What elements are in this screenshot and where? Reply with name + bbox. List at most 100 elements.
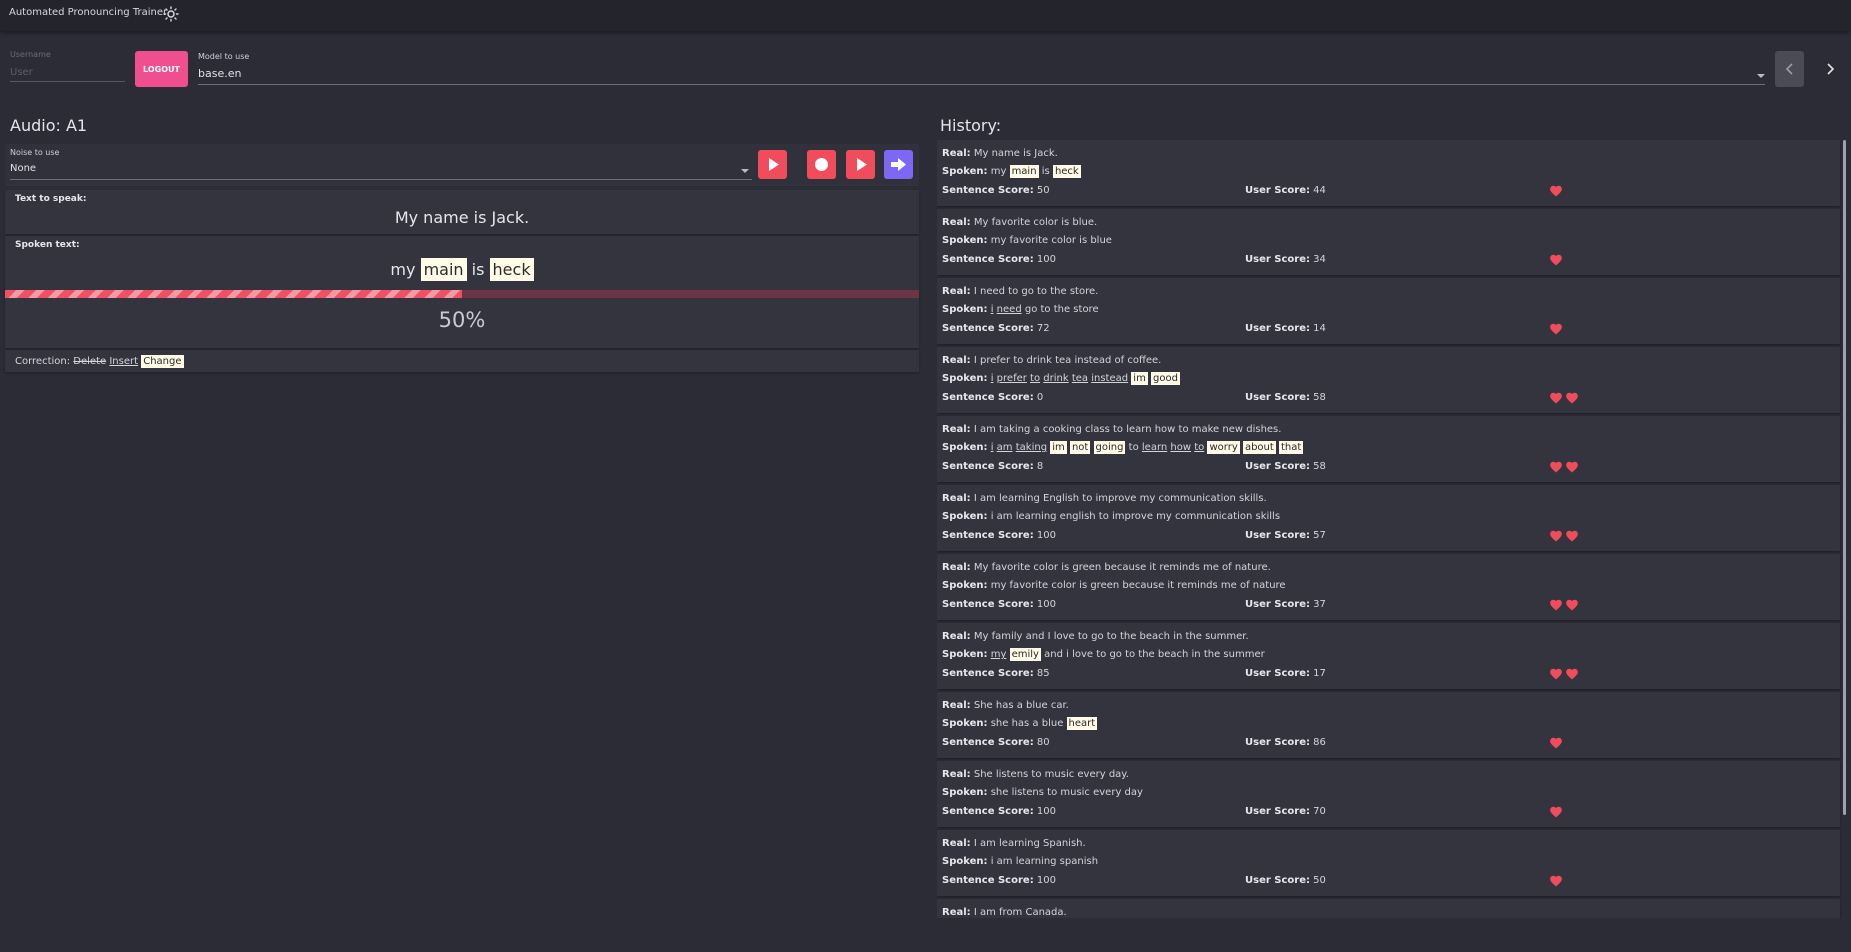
history-item: Real: I am learning Spanish. Spoken: i am… (937, 830, 1840, 896)
user-score-label: User Score: (1245, 737, 1310, 748)
history-real-line: Real: She has a blue car. (942, 700, 1069, 711)
history-real-line: Real: My family and I love to go to the … (942, 631, 1249, 642)
heart-icon (1566, 530, 1578, 542)
hearts-rating (1549, 874, 1563, 888)
spoken-word-plain: is (1041, 166, 1050, 177)
history-item: Real: My name is Jack. Spoken: my main is… (937, 140, 1840, 206)
sentence-score: Sentence Score: 8 (942, 461, 1043, 472)
noise-select[interactable]: None (10, 160, 752, 180)
spoken-word-insert: i (990, 373, 994, 384)
spoken-word-plain: my favorite color is green because it re… (990, 580, 1286, 591)
spoken-label: Spoken: (942, 718, 988, 729)
model-select[interactable]: base.en (198, 63, 1765, 85)
logout-button[interactable]: LOGOUT (135, 51, 188, 87)
sentence-score-label: Sentence Score: (942, 185, 1034, 196)
heart-icon (1566, 461, 1578, 473)
model-label: Model to use (198, 52, 250, 61)
spoken-word-plain: she has a blue (990, 718, 1064, 729)
real-label: Real: (942, 217, 971, 228)
history-spoken-line: Spoken: she has a blue heart (942, 717, 1098, 730)
history-item: Real: My favorite color is green because… (937, 554, 1840, 620)
username-input[interactable] (10, 64, 125, 82)
sentence-score-label: Sentence Score: (942, 392, 1034, 403)
real-text: I prefer to drink tea instead of coffee. (970, 355, 1162, 366)
history-title: History: (940, 116, 1002, 135)
chevron-left-icon (1785, 63, 1793, 75)
play-recording-button[interactable] (846, 150, 875, 179)
history-real-line: Real: My name is Jack. (942, 148, 1058, 159)
spoken-word-insert: instead (1091, 373, 1129, 384)
history-real-line: Real: I am learning English to improve m… (942, 493, 1267, 504)
spoken-word-change: not (1069, 441, 1091, 454)
history-real-line: Real: I am from Canada. (942, 907, 1067, 918)
spoken-word-insert: to (1194, 442, 1205, 453)
sentence-score-label: Sentence Score: (942, 668, 1034, 679)
next-sentence-button[interactable] (884, 150, 913, 179)
history-item: Real: I prefer to drink tea instead of c… (937, 347, 1840, 413)
history-spoken-line: Spoken: i am learning english to improve… (942, 511, 1280, 522)
correction-delete: Delete (73, 356, 107, 367)
user-score: User Score: 37 (1245, 599, 1326, 610)
user-score: User Score: 57 (1245, 530, 1326, 541)
previous-button[interactable] (1775, 51, 1804, 87)
user-score: User Score: 70 (1245, 806, 1326, 817)
heart-icon (1566, 599, 1578, 611)
history-real-line: Real: I am taking a cooking class to lea… (942, 424, 1281, 435)
real-label: Real: (942, 493, 971, 504)
spoken-label: Spoken: (942, 304, 988, 315)
real-text: I am learning Spanish. (970, 838, 1086, 849)
spoken-word-plain: i am learning english to improve my comm… (990, 511, 1281, 522)
sun-icon[interactable] (163, 6, 179, 22)
correction-label: Correction: (15, 356, 71, 367)
user-score-label: User Score: (1245, 875, 1310, 886)
real-text: My favorite color is green because it re… (970, 562, 1271, 573)
user-score-value: 58 (1309, 392, 1326, 403)
user-score-label: User Score: (1245, 599, 1310, 610)
record-button[interactable] (807, 150, 836, 179)
history-real-line: Real: I prefer to drink tea instead of c… (942, 355, 1161, 366)
spoken-word-change: heck (489, 258, 534, 281)
sentence-score: Sentence Score: 100 (942, 254, 1056, 265)
spoken-word-plain: she listens to music every day (990, 787, 1143, 798)
spoken-word-plain: i am learning spanish (990, 856, 1099, 867)
record-icon (815, 158, 828, 171)
app-title: Automated Pronouncing Trainer (9, 7, 168, 18)
sentence-score-value: 50 (1033, 185, 1050, 196)
history-item: Real: I need to go to the store. Spoken: … (937, 278, 1840, 344)
correction-change: Change (141, 355, 184, 368)
spoken-word-insert: i (990, 442, 994, 453)
history-spoken-line: Spoken: my emily and i love to go to the… (942, 648, 1265, 661)
spoken-word-insert: tea (1071, 373, 1089, 384)
history-spoken-line: Spoken: i am taking im not going to lear… (942, 441, 1304, 454)
sentence-score: Sentence Score: 100 (942, 530, 1056, 541)
sentence-score-label: Sentence Score: (942, 254, 1034, 265)
history-scrollbar[interactable] (1843, 140, 1846, 815)
sentence-score-label: Sentence Score: (942, 806, 1034, 817)
user-score-value: 37 (1309, 599, 1326, 610)
play-icon (857, 158, 867, 171)
score-percent: 50% (438, 308, 486, 332)
heart-icon (1550, 530, 1562, 542)
next-button[interactable] (1816, 51, 1845, 87)
real-text: She listens to music every day. (970, 769, 1129, 780)
user-score: User Score: 58 (1245, 461, 1326, 472)
chevron-right-icon (1827, 63, 1835, 75)
heart-icon (1550, 668, 1562, 680)
history-real-line: Real: She listens to music every day. (942, 769, 1129, 780)
hearts-rating (1549, 184, 1563, 198)
play-sample-button[interactable] (758, 150, 787, 179)
sentence-score: Sentence Score: 100 (942, 599, 1056, 610)
spoken-label: Spoken: (942, 511, 988, 522)
history-spoken-line: Spoken: i am learning spanish (942, 856, 1098, 867)
heart-icon (1550, 323, 1562, 335)
sentence-score-value: 100 (1033, 875, 1056, 886)
score-progress-fill (5, 290, 462, 298)
sentence-score-value: 100 (1033, 254, 1056, 265)
history-list[interactable]: Real: My name is Jack. Spoken: my main is… (937, 140, 1843, 918)
history-item: Real: I am taking a cooking class to lea… (937, 416, 1840, 482)
history-spoken-line: Spoken: my favorite color is blue (942, 235, 1112, 246)
next-arrow-icon (891, 158, 906, 171)
heart-icon (1550, 254, 1562, 266)
user-score-label: User Score: (1245, 461, 1310, 472)
spoken-word-insert: taking (1015, 442, 1048, 453)
